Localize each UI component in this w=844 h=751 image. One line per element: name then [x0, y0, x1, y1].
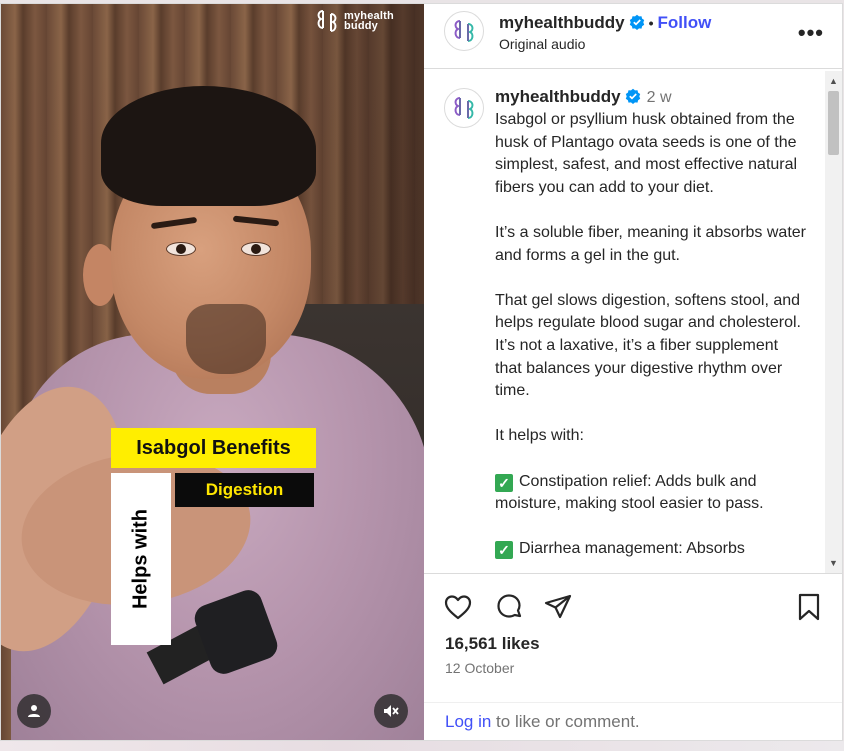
caption-text: Isabgol or psyllium husk obtained from t…: [495, 109, 807, 573]
speaker-muted-icon: [384, 705, 399, 717]
login-prompt: Log in to like or comment.: [424, 702, 842, 732]
post-author: myhealthbuddy • Follow: [499, 13, 711, 33]
video-person-eye: [241, 242, 271, 256]
audio-label[interactable]: Original audio: [499, 36, 585, 52]
more-horizontal-icon: •••: [797, 20, 824, 45]
background-strip: [0, 741, 844, 751]
follow-button[interactable]: Follow: [658, 13, 712, 32]
send-icon[interactable]: [543, 592, 573, 622]
overlay-title: Isabgol Benefits: [111, 428, 316, 468]
verified-badge-icon: [629, 14, 644, 30]
heart-icon[interactable]: [443, 592, 473, 622]
caption-bullet-text: Diarrhea management: Absorbs: [519, 540, 745, 558]
brand-mark-icon: [454, 20, 474, 42]
brand-logo-line2: buddy: [344, 20, 378, 32]
bookmark-icon[interactable]: [794, 592, 824, 622]
video-person-eye: [166, 242, 196, 256]
post-actions: 16,561 likes 12 October Log in to like o…: [424, 573, 842, 740]
brand-mark-icon: [454, 97, 474, 119]
person-icon: [28, 705, 40, 717]
comment-icon[interactable]: [494, 592, 524, 622]
overlay-side-text: Helps with: [129, 508, 152, 610]
scroll-up-arrow-icon[interactable]: ▲: [825, 73, 842, 89]
post-dialog: myhealth buddy Isabgol Benefits Helps wi…: [0, 3, 843, 741]
caption-username[interactable]: myhealthbuddy: [495, 87, 621, 106]
caption-paragraph: It helps with:: [495, 427, 584, 445]
likes-count[interactable]: 16,561 likes: [445, 634, 540, 654]
post-age[interactable]: 2 w: [647, 89, 672, 106]
brand-logo-text: myhealth buddy: [344, 11, 394, 32]
avatar[interactable]: [444, 11, 484, 51]
overlay-tag: Digestion: [175, 473, 314, 507]
check-mark-icon: ✓: [495, 541, 513, 560]
caption-paragraph: It’s a soluble fiber, meaning it absorbs…: [495, 223, 806, 264]
brand-mark-icon: [317, 10, 337, 32]
login-link[interactable]: Log in: [445, 712, 491, 731]
caption-paragraph: Isabgol or psyllium husk obtained from t…: [495, 111, 798, 196]
caption-header: myhealthbuddy 2 w: [495, 87, 672, 107]
tagged-users-button[interactable]: [17, 694, 51, 728]
login-prompt-text: to like or comment.: [491, 712, 640, 731]
caption-bullet-text: Constipation relief: Adds bulk and moist…: [495, 472, 764, 513]
caption-bullet: ✓ Constipation relief: Adds bulk and mois…: [495, 471, 807, 516]
post-date[interactable]: 12 October: [445, 660, 514, 676]
mute-button[interactable]: [374, 694, 408, 728]
video-person-hair: [101, 86, 316, 206]
verified-badge-icon: [625, 88, 640, 104]
caption-scrollbar[interactable]: ▲ ▼: [825, 71, 842, 573]
video-brand-logo: myhealth buddy: [314, 8, 394, 34]
caption-scroll-area[interactable]: myhealthbuddy 2 w Isabgol or psyllium hu…: [424, 71, 842, 573]
scrollbar-thumb[interactable]: [828, 91, 839, 155]
caption-paragraph: That gel slows digestion, softens stool,…: [495, 291, 801, 400]
post-side-panel: myhealthbuddy • Follow Original audio •••…: [424, 4, 842, 740]
caption-bullet: ✓ Diarrhea management: Absorbs: [495, 538, 807, 561]
more-options-button[interactable]: •••: [798, 20, 824, 46]
video-person-beard: [186, 304, 266, 374]
overlay-side-label: Helps with: [111, 473, 171, 645]
scroll-down-arrow-icon[interactable]: ▼: [825, 555, 842, 571]
avatar[interactable]: [444, 88, 484, 128]
reel-video[interactable]: myhealth buddy Isabgol Benefits Helps wi…: [1, 4, 424, 740]
author-username[interactable]: myhealthbuddy: [499, 13, 625, 32]
post-header: myhealthbuddy • Follow Original audio •••: [424, 4, 842, 69]
check-mark-icon: ✓: [495, 473, 513, 492]
separator-dot: •: [648, 15, 654, 31]
